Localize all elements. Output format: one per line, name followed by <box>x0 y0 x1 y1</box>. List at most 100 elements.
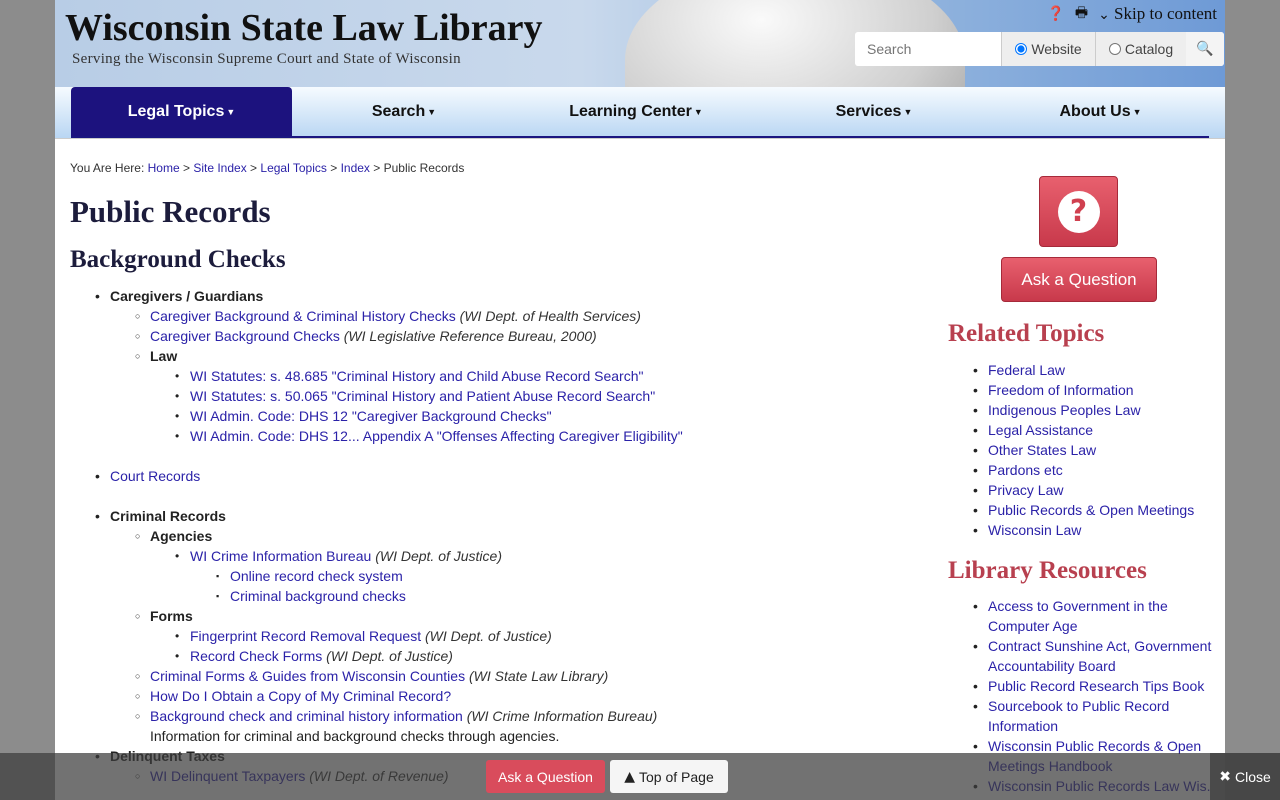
list-item: Wisconsin Law <box>973 520 1218 540</box>
nav-legal-topics[interactable]: Legal Topics ▼ <box>71 87 292 138</box>
nav-learning-center[interactable]: Learning Center ▼ <box>516 87 756 138</box>
list-link[interactable]: Court Records <box>110 468 200 484</box>
chevron-down-icon: ⌄ <box>1098 7 1110 23</box>
page-title: Public Records <box>70 194 271 229</box>
list-item: Criminal background checks <box>216 586 920 606</box>
print-icon[interactable]: 🖶 <box>1075 2 1088 26</box>
related-topic-link[interactable]: Pardons etc <box>988 462 1063 478</box>
nav-services[interactable]: Services ▼ <box>756 87 992 138</box>
list-link[interactable]: Fingerprint Record Removal Request <box>190 628 421 644</box>
ask-question-button[interactable]: Ask a Question <box>1001 257 1157 302</box>
radio-website[interactable]: Website <box>1001 32 1095 66</box>
list-link[interactable]: Online record check system <box>230 568 403 584</box>
top-of-page-button[interactable]: ▲ Top of Page <box>610 760 728 793</box>
list-item: Fingerprint Record Removal Request (WI D… <box>175 626 920 646</box>
list-link[interactable]: WI Statutes: s. 48.685 "Criminal History… <box>190 368 643 384</box>
list-item: WI Crime Information Bureau (WI Dept. of… <box>175 546 920 606</box>
related-topic-link[interactable]: Wisconsin Law <box>988 522 1081 538</box>
library-resource-link[interactable]: Contract Sunshine Act, Government Accoun… <box>988 638 1211 674</box>
related-topic-link[interactable]: Indigenous Peoples Law <box>988 402 1141 418</box>
radio-catalog[interactable]: Catalog <box>1095 32 1186 66</box>
list-level-3: WI Statutes: s. 48.685 "Criminal History… <box>150 366 920 446</box>
list-item: Public Records & Open Meetings <box>973 500 1218 520</box>
list-item: Access to Government in the Computer Age <box>973 596 1218 636</box>
related-topic-link[interactable]: Legal Assistance <box>988 422 1093 438</box>
list-link[interactable]: Background check and criminal history in… <box>150 708 463 724</box>
list-link[interactable]: WI Admin. Code: DHS 12... Appendix A "Of… <box>190 428 683 444</box>
list-link[interactable]: Record Check Forms <box>190 648 322 664</box>
list-link[interactable]: WI Statutes: s. 50.065 "Criminal History… <box>190 388 655 404</box>
search-input[interactable] <box>855 32 1001 66</box>
list-level-2: Caregiver Background & Criminal History … <box>110 306 920 446</box>
breadcrumb-site-index[interactable]: Site Index <box>193 161 246 175</box>
list-item: Privacy Law <box>973 480 1218 500</box>
list-level-3: WI Crime Information Bureau (WI Dept. of… <box>150 546 920 606</box>
help-icon[interactable]: ❓ <box>1047 6 1064 22</box>
list-item: Federal Law <box>973 360 1218 380</box>
list-label: Agencies <box>150 528 213 544</box>
list-link[interactable]: Criminal Forms & Guides from Wisconsin C… <box>150 668 465 684</box>
list-item: How Do I Obtain a Copy of My Criminal Re… <box>135 686 920 706</box>
library-resource-link[interactable]: Public Record Research Tips Book <box>988 678 1204 694</box>
breadcrumb-index[interactable]: Index <box>341 161 370 175</box>
source-note: (WI Dept. of Justice) <box>375 548 502 564</box>
content-list: Caregivers / Guardians Caregiver Backgrou… <box>70 286 920 786</box>
skip-to-content-link[interactable]: ⌄ Skip to content <box>1098 4 1217 24</box>
library-resource-link[interactable]: Sourcebook to Public Record Information <box>988 698 1169 734</box>
ask-question-icon-button[interactable]: ? <box>1039 176 1118 247</box>
list-item: WI Statutes: s. 48.685 "Criminal History… <box>175 366 920 386</box>
question-icon: ? <box>1057 190 1100 233</box>
list-item: Agencies WI Crime Information Bureau (WI … <box>135 526 920 606</box>
list-item: WI Admin. Code: DHS 12 "Caregiver Backgr… <box>175 406 920 426</box>
list-link[interactable]: Caregiver Background & Criminal History … <box>150 308 456 324</box>
related-topic-link[interactable]: Freedom of Information <box>988 382 1134 398</box>
library-resource-link[interactable]: Access to Government in the Computer Age <box>988 598 1168 634</box>
source-note: (WI Dept. of Health Services) <box>459 308 641 324</box>
breadcrumb-home[interactable]: Home <box>148 161 180 175</box>
search-form: Website Catalog 🔍 <box>855 32 1224 66</box>
list-level-1: Caregivers / Guardians Caregiver Backgrou… <box>70 286 920 786</box>
list-item: WI Admin. Code: DHS 12... Appendix A "Of… <box>175 426 920 446</box>
list-link[interactable]: WI Crime Information Bureau <box>190 548 371 564</box>
nav-search[interactable]: Search ▼ <box>292 87 516 138</box>
item-description: Information for criminal and background … <box>150 728 560 744</box>
list-item: Online record check system <box>216 566 920 586</box>
catalog-radio[interactable] <box>1108 43 1121 55</box>
list-level-4: Online record check system Criminal backg… <box>190 566 920 606</box>
related-topic-link[interactable]: Other States Law <box>988 442 1096 458</box>
list-item: Record Check Forms (WI Dept. of Justice) <box>175 646 920 666</box>
list-item: Criminal Records Agencies WI Crime Informa… <box>95 506 920 746</box>
search-icon: 🔍 <box>1196 41 1214 57</box>
nav-about-us[interactable]: About Us ▼ <box>992 87 1209 138</box>
related-topics-heading: Related Topics <box>948 320 1105 347</box>
list-link[interactable]: How Do I Obtain a Copy of My Criminal Re… <box>150 688 451 704</box>
list-item: Indigenous Peoples Law <box>973 400 1218 420</box>
list-link[interactable]: Caregiver Background Checks <box>150 328 340 344</box>
source-note: (WI Crime Information Bureau) <box>466 708 658 724</box>
close-icon: ✖ <box>1219 768 1231 785</box>
bottom-ask-question-button[interactable]: Ask a Question <box>486 760 605 793</box>
list-level-2: Agencies WI Crime Information Bureau (WI … <box>110 526 920 746</box>
search-button[interactable]: 🔍 <box>1186 32 1224 66</box>
section-title: Background Checks <box>70 246 286 273</box>
breadcrumb: You Are Here: Home > Site Index > Legal … <box>70 161 465 175</box>
source-note: (WI Dept. of Justice) <box>425 628 552 644</box>
site-title[interactable]: Wisconsin State Law Library <box>65 6 543 50</box>
list-item: Contract Sunshine Act, Government Accoun… <box>973 636 1218 676</box>
list-link[interactable]: WI Admin. Code: DHS 12 "Caregiver Backgr… <box>190 408 552 424</box>
related-topic-link[interactable]: Privacy Law <box>988 482 1063 498</box>
list-level-3: Fingerprint Record Removal Request (WI D… <box>150 626 920 666</box>
chevron-up-icon: ▲ <box>624 768 636 785</box>
close-button[interactable]: ✖ Close <box>1210 753 1280 800</box>
list-label: Forms <box>150 608 193 624</box>
breadcrumb-legal-topics[interactable]: Legal Topics <box>260 161 327 175</box>
list-item: Forms Fingerprint Record Removal Request … <box>135 606 920 666</box>
main-nav: Legal Topics ▼ Search ▼ Learning Center ▼ S… <box>55 87 1225 139</box>
related-topic-link[interactable]: Public Records & Open Meetings <box>988 502 1194 518</box>
website-radio[interactable] <box>1015 43 1028 55</box>
related-topic-link[interactable]: Federal Law <box>988 362 1065 378</box>
list-label: Law <box>150 348 178 364</box>
list-item: Public Record Research Tips Book <box>973 676 1218 696</box>
list-item: Court Records <box>95 466 920 486</box>
list-link[interactable]: Criminal background checks <box>230 588 406 604</box>
